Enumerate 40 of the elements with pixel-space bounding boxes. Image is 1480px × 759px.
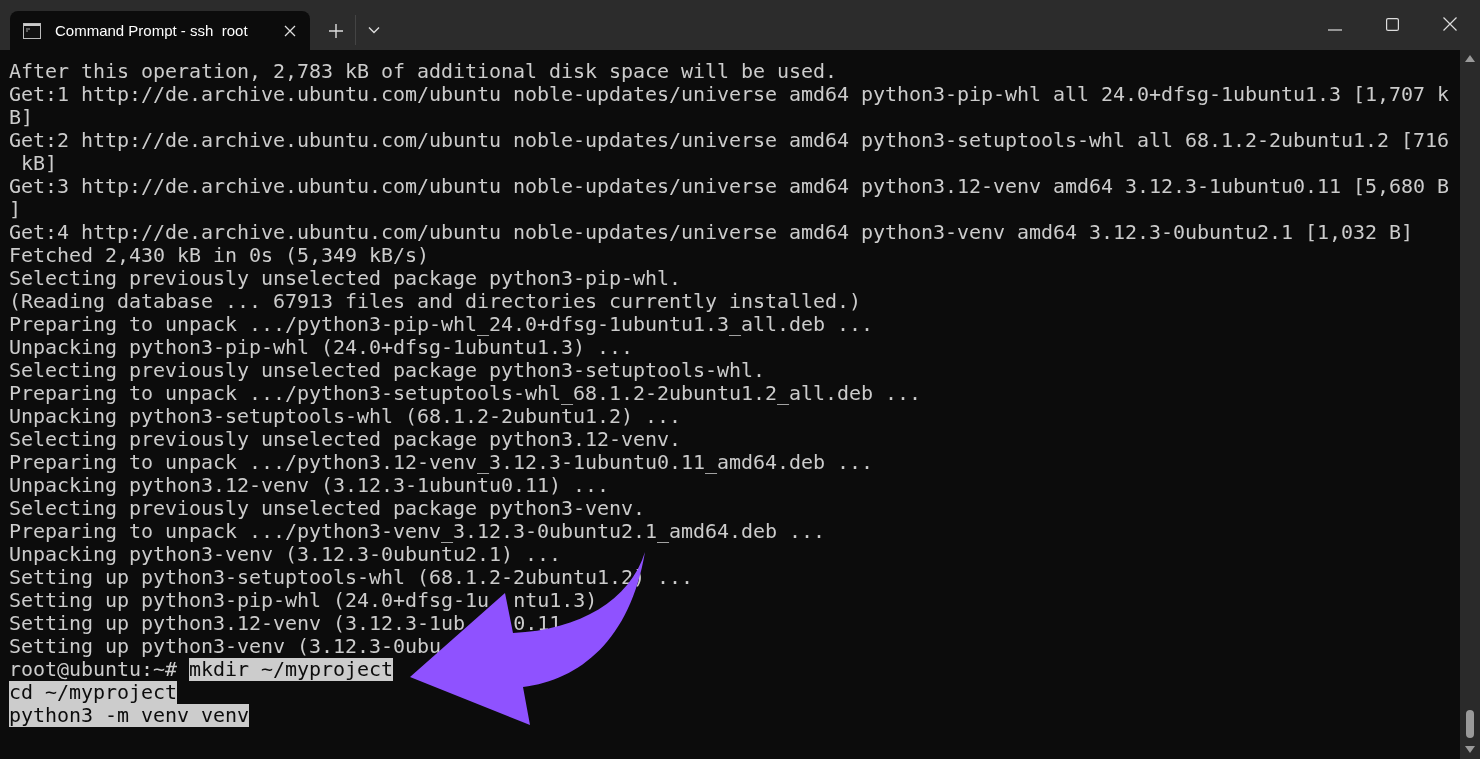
terminal-line: Setting up python3-venv (3.12.3-0ubu [9,635,442,658]
close-icon[interactable] [284,24,296,37]
terminal-line: Get:2 http://de.archive.ubuntu.com/ubuntu noble-updates/universe amd64 python3-setuptools-whl all 68.1.2-2ubuntu1.2 [716 [9,129,1450,152]
terminal-line: Get:3 http://de.archive.ubuntu.com/ubuntu noble-updates/universe amd64 python3.12-venv amd64 3.12.3-1ubuntu0.11 [5,680 B [9,175,1450,198]
scroll-thumb[interactable] [1466,710,1474,738]
terminal-line: Selecting previously unselected package python3-venv. [9,497,646,520]
chevron-down-icon[interactable] [368,26,380,34]
terminal-line: After this operation, 2,783 kB of additional disk space will be used. [9,60,838,83]
terminal-line: ntu1.3) [513,589,598,612]
maximize-icon[interactable] [1386,18,1399,31]
command-text: mkdir ~/myproject [189,658,394,681]
scroll-up-icon[interactable] [1465,55,1475,62]
terminal-line: Setting up python3.12-venv (3.12.3-1ub [9,612,466,635]
scroll-down-icon[interactable] [1465,746,1475,753]
terminal-tab[interactable]: Command Prompt - ssh root [10,11,310,50]
terminal-line: kB] [20,152,57,175]
terminal-line: (Reading database ... 67913 files and directories currently installed.) [9,290,862,313]
terminal-line: Unpacking python3-venv (3.12.3-0ubuntu2.1) ... [9,543,562,566]
terminal-line: Unpacking python3-setuptools-whl (68.1.2-2ubuntu1.2) ... [9,405,682,428]
terminal-line: Get:4 http://de.archive.ubuntu.com/ubuntu noble-updates/universe amd64 python3-venv amd64 3.12.3-0ubuntu2.1 [1,032 B] [9,221,1414,244]
prompt-text: root@ubuntu:~# [9,658,178,681]
terminal-line: Unpacking python3-pip-whl (24.0+dfsg-1ubuntu1.3) ... [9,336,634,359]
terminal-line: Setting up python3-pip-whl (24.0+dfsg-1u [9,589,490,612]
terminal-line: Preparing to unpack .../python3.12-venv_3.12.3-1ubuntu0.11_amd64.deb ... [9,451,874,474]
terminal-line: ] [9,198,21,221]
terminal-line: Get:1 http://de.archive.ubuntu.com/ubuntu noble-updates/universe amd64 python3-pip-whl all 24.0+dfsg-1ubuntu1.3 [1,707 k [9,83,1450,106]
terminal-line: Selecting previously unselected package python3-setuptools-whl. [9,359,766,382]
terminal-line: Preparing to unpack .../python3-pip-whl_24.0+dfsg-1ubuntu1.3_all.deb ... [9,313,874,336]
terminal-line: Selecting previously unselected package python3-pip-whl. [9,267,682,290]
tab-title: Command Prompt - ssh root [55,22,249,39]
terminal-line: Preparing to unpack .../python3-setuptools-whl_68.1.2-2ubuntu1.2_all.deb ... [9,382,922,405]
terminal-line: Unpacking python3.12-venv (3.12.3-1ubuntu0.11) ... [9,474,610,497]
scrollbar[interactable] [1460,50,1480,759]
terminal-icon [23,22,41,39]
close-icon[interactable] [1443,17,1457,31]
terminal-line: Fetched 2,430 kB in 0s (5,349 kB/s) [9,244,430,267]
plus-icon[interactable] [329,24,343,38]
terminal-line: B] [9,106,33,129]
terminal-line: Selecting previously unselected package python3.12-venv. [9,428,682,451]
terminal-line: Preparing to unpack .../python3-venv_3.12.3-0ubuntu2.1_amd64.deb ... [9,520,826,543]
